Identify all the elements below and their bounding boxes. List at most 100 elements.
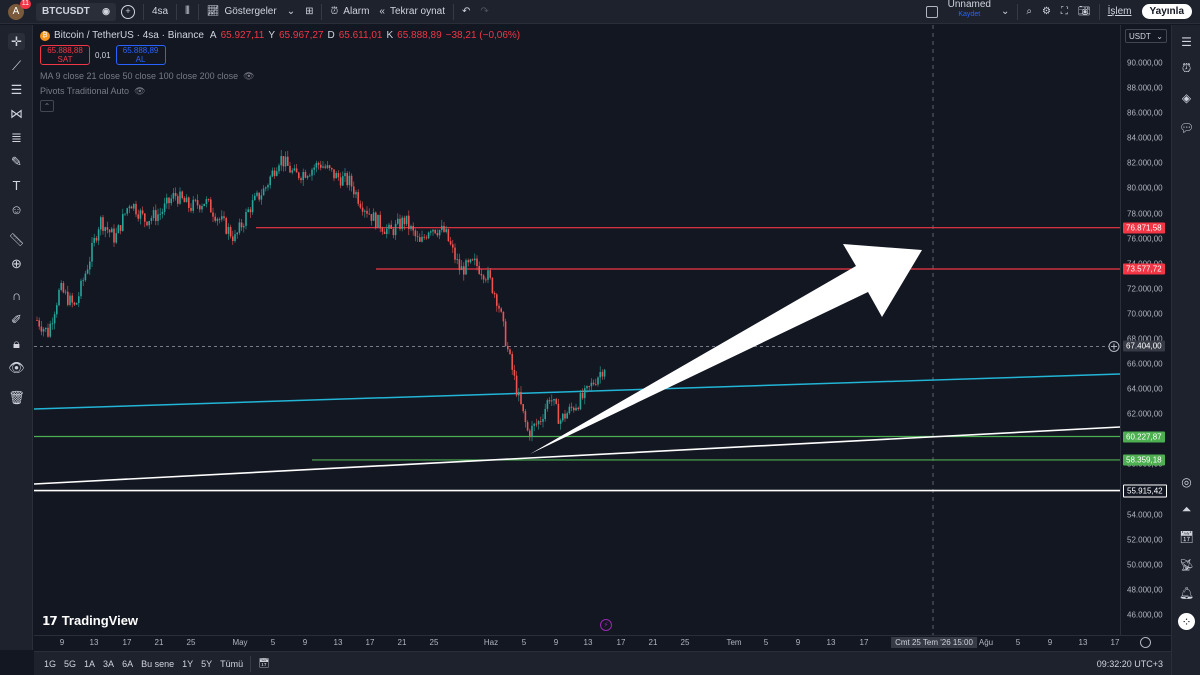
add-symbol-button[interactable]: + [116, 0, 140, 24]
candle-body [289, 165, 291, 173]
settings-button[interactable]: ⚙ [1037, 0, 1056, 24]
undo-icon: ↶ [462, 6, 471, 17]
time-settings-icon[interactable] [1140, 637, 1151, 648]
crosshair-tool-icon[interactable]: ✛ [8, 33, 25, 50]
zoom-in-icon[interactable]: ⊕ [8, 255, 25, 272]
price-level-label[interactable]: 73.577,72 [1123, 263, 1165, 275]
ma-indicator-row[interactable]: MA 9 close 21 close 50 close 100 close 2… [40, 71, 520, 82]
layout-checkbox[interactable] [921, 0, 943, 24]
price-tick-label: 76.000,00 [1127, 234, 1163, 244]
price-level-label[interactable]: 67.404,00 [1123, 340, 1165, 352]
range-button[interactable]: 1Y [178, 659, 197, 669]
text-tool-icon[interactable]: T [8, 177, 25, 194]
horizontal-lines-tool-icon[interactable]: ☰ [8, 81, 25, 98]
quick-search-button[interactable]: ⌕ [1021, 0, 1037, 24]
chart-canvas[interactable] [34, 25, 1120, 635]
candle-body [80, 280, 82, 297]
indicators-button[interactable]: 📈︎ Göstergeler [202, 0, 282, 24]
fib-tool-icon[interactable]: ≣ [8, 129, 25, 146]
range-button[interactable]: Tümü [216, 659, 247, 669]
emoji-tool-icon[interactable]: ☺ [8, 201, 25, 218]
range-button[interactable]: 5Y [197, 659, 216, 669]
candle-body [95, 237, 98, 241]
interval-button[interactable]: 4sa [147, 0, 173, 24]
buy-button[interactable]: 65.888,89 AL [115, 45, 166, 65]
symbol-search-input[interactable]: BTCUSDT ◉ [36, 2, 116, 21]
collapse-legend-button[interactable]: ⌃ [40, 100, 54, 112]
white-trend-line[interactable] [34, 426, 1120, 485]
chat-icon[interactable]: 💬︎ [1178, 119, 1195, 136]
magnet-icon[interactable]: ∩ [8, 287, 25, 304]
watchlist-icon[interactable]: ☰ [1178, 33, 1195, 50]
divider [453, 3, 455, 20]
tradingview-logo-icon: 𝟭𝟳 [42, 613, 58, 628]
time-tick-label: 5 [763, 638, 769, 647]
date-range-button[interactable]: 📅︎ [254, 658, 273, 669]
calendar-icon[interactable]: 📅︎ [1178, 528, 1195, 545]
target-icon[interactable]: ◎ [1178, 473, 1195, 490]
candle-body [78, 296, 80, 304]
ideas-icon[interactable]: ⏶ [1178, 501, 1195, 518]
flash-icon[interactable]: ⚡︎ [600, 619, 612, 631]
alerts-clock-icon[interactable]: ⏰︎ [1178, 60, 1195, 77]
candle-body [218, 218, 221, 220]
currency-select[interactable]: USDT ⌄ [1125, 29, 1167, 43]
candle-body [240, 222, 243, 228]
range-button[interactable]: 6A [118, 659, 137, 669]
sell-button[interactable]: 65.888,88 SAT [40, 45, 90, 65]
fullscreen-button[interactable]: ⛶ [1056, 0, 1073, 24]
alarm-button[interactable]: ⏰︎ Alarm [325, 0, 374, 24]
brush-tool-icon[interactable]: ✎ [8, 153, 25, 170]
candle-body [557, 403, 560, 424]
eye-icon[interactable]: 👁︎ [243, 71, 254, 82]
time-tick-label: 17 [122, 638, 132, 647]
eye-icon[interactable]: 👁︎ [8, 359, 25, 376]
replay-button[interactable]: « Tekrar oynat [374, 0, 450, 24]
layout-name-button[interactable]: Unnamed Kaydet [943, 0, 996, 24]
trade-button[interactable]: İşlem [1103, 0, 1137, 24]
range-button[interactable]: Bu sene [137, 659, 178, 669]
ruler-tool-icon[interactable]: 📏︎ [8, 231, 25, 248]
notifications-icon[interactable]: 🔔︎ [1178, 584, 1195, 601]
indicators-dropdown-chevron[interactable]: ⌄ [282, 0, 300, 24]
publish-button[interactable]: Yayınla [1141, 4, 1192, 19]
candle-body [337, 173, 340, 178]
price-level-label[interactable]: 55.915,42 [1123, 484, 1167, 498]
buy-price: 65.888,89 [122, 46, 159, 55]
price-level-label[interactable]: 58.359,18 [1123, 454, 1165, 466]
redo-button[interactable]: ↷ [475, 0, 493, 24]
candle-body [60, 283, 62, 290]
range-button[interactable]: 3A [99, 659, 118, 669]
range-button[interactable]: 1G [40, 659, 60, 669]
pattern-tool-icon[interactable]: ⋈ [8, 105, 25, 122]
lock-icon[interactable]: 🔒︎ [8, 335, 25, 352]
price-scale[interactable]: USDT ⌄ 90.000,00 88.000,00 86.000,00 84.000… [1120, 25, 1170, 635]
candle-body [432, 229, 434, 232]
candle-body [104, 227, 106, 232]
price-level-label[interactable]: 76.871,58 [1123, 222, 1165, 234]
trendline-tool-icon[interactable]: ⟋ [8, 57, 25, 74]
price-level-label[interactable]: 60.227,87 [1123, 431, 1165, 442]
candle-body [150, 218, 153, 222]
range-button[interactable]: 5G [60, 659, 80, 669]
chart-pane[interactable] [34, 25, 1120, 635]
layers-icon[interactable]: ◈ [1178, 89, 1195, 106]
snapshot-button[interactable]: 📷︎ [1073, 0, 1096, 24]
eye-icon[interactable]: 👁︎ [134, 86, 145, 97]
user-avatar[interactable]: A 11 [8, 0, 31, 20]
undo-button[interactable]: ↶ [457, 0, 475, 24]
trash-icon[interactable]: 🗑︎ [8, 389, 25, 406]
clock-label[interactable]: 09:32:20 UTC+3 [1097, 659, 1163, 669]
time-axis[interactable]: 9 13 17 21 25 May 5 9 13 17 21 25 Haz 5 9 13 17 21 25 Tem 5 9… [34, 635, 1171, 650]
cyan-trend-line[interactable] [34, 373, 1120, 410]
apps-grid-icon[interactable]: ⁘ [1178, 613, 1195, 630]
pivots-indicator-row[interactable]: Pivots Traditional Auto 👁︎ [40, 86, 520, 97]
layout-templates-button[interactable]: ⊞ [300, 0, 318, 24]
legend-title[interactable]: Bitcoin / TetherUS · 4sa · Binance [54, 30, 204, 41]
arrow-annotation[interactable] [530, 244, 922, 454]
lock-pencil-icon[interactable]: ✐ [8, 311, 25, 328]
layout-dropdown-chevron[interactable]: ⌄ [996, 0, 1014, 24]
range-button[interactable]: 1A [80, 659, 99, 669]
stream-icon[interactable]: 📡︎ [1178, 556, 1195, 573]
candle-style-button[interactable]: ⫴ [180, 0, 195, 24]
